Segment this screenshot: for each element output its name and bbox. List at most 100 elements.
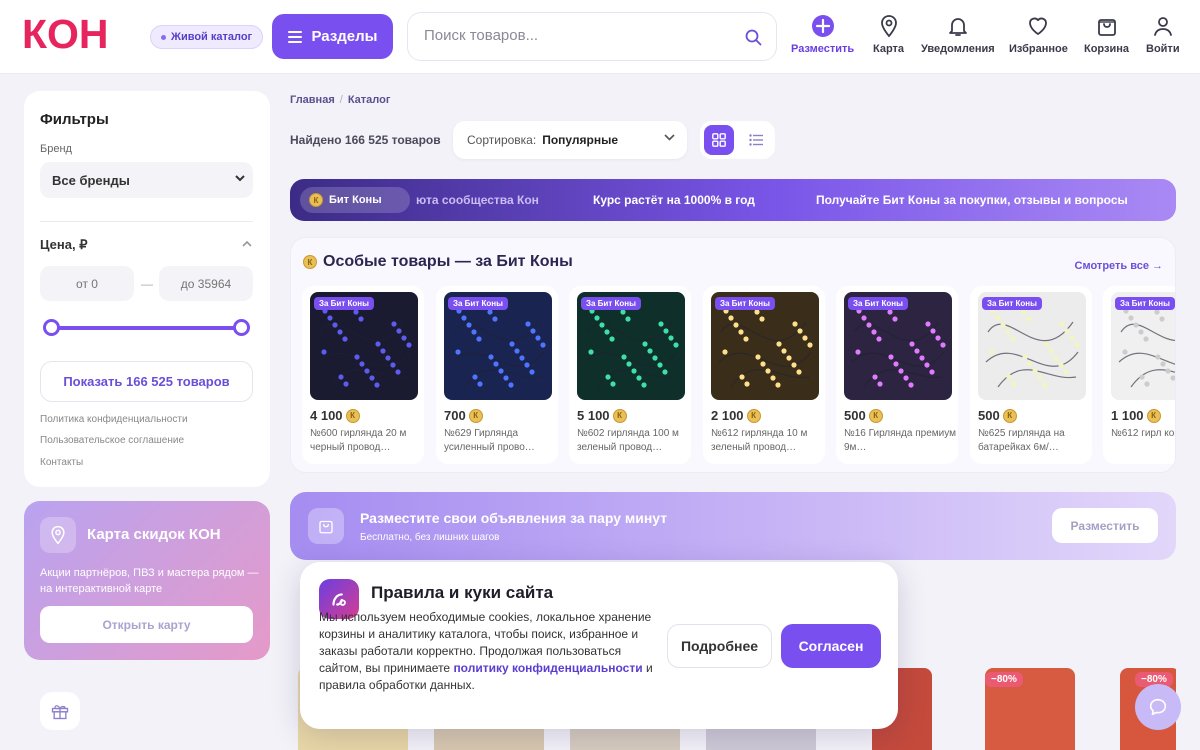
product-name: №16 Гирлянда премиум 9м…: [844, 428, 956, 453]
open-map-button[interactable]: Открыть карту: [40, 606, 253, 643]
coin-icon: К: [1146, 408, 1161, 423]
live-catalog-badge[interactable]: Живой каталог: [150, 25, 264, 49]
cookie-agree-button[interactable]: Согласен: [781, 624, 881, 668]
post-ad-banner: Разместите свои объявления за пару минут…: [290, 492, 1176, 560]
special-products-section: К Особые товары — за Бит Коны Смотреть вс…: [290, 237, 1176, 473]
bitcon-tag: За Бит Коны: [1115, 297, 1175, 310]
grid-icon: [711, 133, 726, 147]
nav-cart[interactable]: Корзина: [1084, 14, 1129, 55]
breadcrumb-home[interactable]: Главная: [290, 94, 335, 106]
product-price: 1 100 К: [1111, 408, 1161, 423]
cookie-title: Правила и куки сайта: [371, 583, 554, 602]
contacts-link[interactable]: Контакты: [40, 457, 83, 468]
nav-favorites[interactable]: Избранное: [1009, 14, 1068, 55]
svg-text:КОН: КОН: [22, 14, 109, 54]
post-ad-subtitle: Бесплатно, без лишних шагов: [360, 532, 500, 543]
price-dash: —: [141, 277, 153, 291]
user-icon: [1153, 17, 1172, 36]
product-name: №625 гирлянда на батарейках 6м/…: [978, 428, 1065, 453]
see-all-link[interactable]: Смотреть все →: [1075, 260, 1163, 272]
discount-badge: −80%: [985, 672, 1023, 687]
map-pin-icon: [40, 517, 76, 553]
product-price: 5 100 К: [577, 408, 627, 423]
chat-icon: [1149, 698, 1167, 716]
sections-button[interactable]: Разделы: [272, 14, 393, 59]
menu-icon: [287, 30, 302, 43]
privacy-policy-link[interactable]: политику конфиденциальности: [453, 661, 642, 675]
nav-notifications[interactable]: Уведомления: [921, 14, 995, 55]
breadcrumb-current[interactable]: Каталог: [348, 94, 391, 106]
chevron-down-icon: [664, 134, 675, 141]
product-name: №612 гирл комнатная: [1111, 428, 1175, 439]
nav-map[interactable]: Карта: [873, 14, 904, 55]
chevron-up-icon[interactable]: [242, 240, 252, 247]
product-name: №612 гирлянда 10 м зеленый провод…: [711, 428, 808, 453]
coin-icon: К: [612, 408, 627, 423]
nav-post[interactable]: Разместить: [791, 14, 854, 55]
brand-label: Бренд: [40, 143, 72, 155]
map-card-text: Акции партнёров, ПВЗ и мастера рядом — н…: [40, 567, 259, 595]
bitcon-tag: За Бит Коны: [314, 297, 374, 310]
results-count: Найдено 166 525 товаров: [290, 133, 441, 147]
product-card[interactable]: За Бит Коны 700 К №629 Гирлянда усиленный п…: [436, 286, 558, 464]
cookie-more-button[interactable]: Подробнее: [667, 624, 772, 668]
product-card[interactable]: За Бит Коны 4 100 К №600 гирлянда 20 м черн…: [302, 286, 424, 464]
map-pin-icon: [880, 15, 897, 38]
live-dot-icon: [161, 34, 166, 40]
breadcrumb: Главная / Каталог: [290, 94, 391, 106]
filters-panel: Фильтры Бренд Все бренды Цена, ₽ — Показ…: [24, 91, 270, 487]
list-icon: [749, 134, 764, 146]
price-slider-min-handle[interactable]: [43, 319, 60, 336]
terms-link[interactable]: Пользовательское соглашение: [40, 435, 184, 446]
kon-logo[interactable]: КОН: [22, 14, 137, 54]
cookie-text: Мы используем необходимые cookies, локал…: [319, 610, 653, 692]
chat-button[interactable]: [1135, 684, 1181, 730]
bitcon-tag: За Бит Коны: [848, 297, 908, 310]
coin-icon: К: [345, 408, 360, 423]
price-slider-track[interactable]: [51, 326, 241, 330]
product-card[interactable]: За Бит Коны 500 К №16 Гирлянда премиум 9м…: [836, 286, 958, 464]
post-ad-button[interactable]: Разместить: [1052, 508, 1158, 543]
product-price: 700 К: [444, 408, 483, 423]
gift-button[interactable]: [40, 692, 80, 730]
discount-map-card: Карта скидок КОН Акции партнёров, ПВЗ и …: [24, 501, 270, 660]
gift-icon: [51, 705, 69, 720]
sort-select[interactable]: Сортировка: Популярные: [453, 121, 687, 159]
price-to-input[interactable]: [159, 266, 253, 301]
banner-text-2: Курс растёт на 1000% в год: [593, 193, 755, 207]
coin-icon: К: [1002, 408, 1017, 423]
list-view-button[interactable]: [742, 125, 772, 155]
product-card[interactable]: За Бит Коны 5 100 К №602 гирлянда 100 м зел…: [569, 286, 691, 464]
product-card[interactable]: За Бит Коны 500 К №625 гирлянда на батарейк…: [970, 286, 1092, 464]
product-price: 500 К: [978, 408, 1017, 423]
grid-view-button[interactable]: [704, 125, 734, 155]
price-label: Цена, ₽: [40, 237, 88, 252]
brand-select[interactable]: Все бренды: [40, 162, 253, 198]
search-icon[interactable]: [745, 29, 762, 46]
product-price: 4 100 К: [310, 408, 360, 423]
bitcon-tag: За Бит Коны: [448, 297, 508, 310]
nav-login[interactable]: Войти: [1146, 14, 1180, 55]
special-title: К Особые товары — за Бит Коны: [303, 253, 573, 271]
cookie-dialog: Правила и куки сайта Мы используем необх…: [300, 562, 898, 729]
header: КОН Живой каталог Разделы Разместить Кар…: [0, 0, 1200, 74]
product-price: 500 К: [844, 408, 883, 423]
show-results-button[interactable]: Показать 166 525 товаров: [40, 361, 253, 402]
product-name: №602 гирлянда 100 м зеленый провод…: [577, 428, 679, 453]
product-name: №600 гирлянда 20 м черный провод…: [310, 428, 407, 453]
price-from-input[interactable]: [40, 266, 134, 301]
coin-icon: К: [468, 408, 483, 423]
bitcon-banner[interactable]: К Бит Коны юта сообщества Кон Курс растёт…: [290, 179, 1176, 221]
product-card[interactable]: За Бит Коны 1 100К №612 гирл комнатная: [1103, 286, 1175, 464]
bitcon-tag: За Бит Коны: [715, 297, 775, 310]
bag-icon: [1097, 19, 1116, 36]
chevron-down-icon: [235, 175, 245, 182]
product-card[interactable]: За Бит Коны 2 100 К №612 гирлянда 10 м зеле…: [703, 286, 825, 464]
price-slider-max-handle[interactable]: [233, 319, 250, 336]
privacy-link[interactable]: Политика конфиденциальности: [40, 414, 188, 425]
bag-icon: [308, 508, 344, 544]
search-box: [407, 12, 777, 61]
coin-icon: К: [868, 408, 883, 423]
search-input[interactable]: [424, 27, 724, 44]
coin-icon: К: [309, 193, 323, 207]
